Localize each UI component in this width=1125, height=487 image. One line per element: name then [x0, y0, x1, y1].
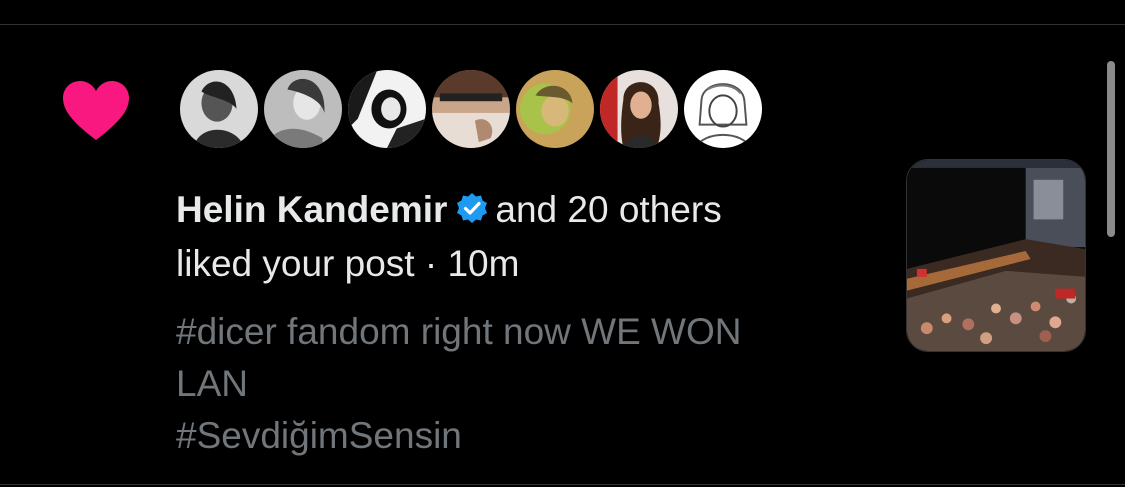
- timestamp: 10m: [447, 243, 520, 284]
- separator-dot: ·: [424, 243, 438, 284]
- post-media-thumbnail[interactable]: [906, 159, 1086, 352]
- heart-icon: [63, 81, 129, 140]
- post-line: LAN: [176, 363, 248, 404]
- post-preview-text[interactable]: #dicer fandom right now WE WON LAN #Sevd…: [176, 306, 876, 462]
- avatar[interactable]: [262, 68, 344, 150]
- notification-action-line: liked your post · 10m: [176, 240, 519, 288]
- notification-screen: Helin Kandemir and 20 others liked your …: [0, 0, 1125, 487]
- post-line: #SevdiğimSensin: [176, 415, 462, 456]
- avatar[interactable]: [598, 68, 680, 150]
- avatar[interactable]: [514, 68, 596, 150]
- scrollbar[interactable]: [1107, 61, 1115, 237]
- liker-avatars: [178, 68, 766, 154]
- avatar[interactable]: [178, 68, 260, 150]
- avatar[interactable]: [430, 68, 512, 150]
- actor-name[interactable]: Helin Kandemir: [176, 189, 447, 230]
- notification-headline: Helin Kandemir and 20 others: [176, 186, 722, 234]
- top-divider: [0, 24, 1125, 25]
- verified-badge-icon: [457, 193, 488, 223]
- avatar[interactable]: [346, 68, 428, 150]
- action-text: liked your post: [176, 243, 415, 284]
- post-line: #dicer fandom right now WE WON: [176, 311, 742, 352]
- avatar[interactable]: [682, 68, 764, 150]
- bottom-divider: [0, 484, 1125, 485]
- others-count[interactable]: and 20 others: [495, 189, 721, 230]
